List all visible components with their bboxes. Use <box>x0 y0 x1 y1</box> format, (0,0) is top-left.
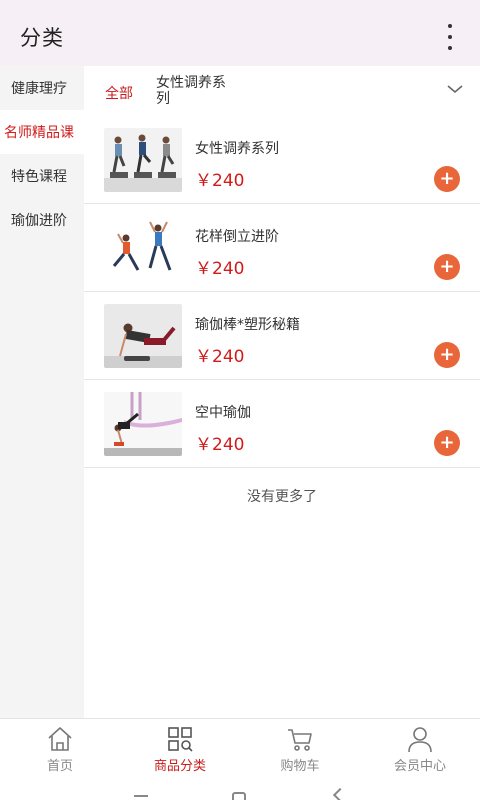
product-content: 全部 女性调养系列 女性调养系列 ￥240 + 花样倒立进阶 ￥240 + 瑜伽… <box>84 66 480 718</box>
product-name: 瑜伽棒*塑形秘籍 <box>195 317 300 333</box>
product-item[interactable]: 空中瑜伽 ￥240 + <box>84 380 480 468</box>
page-title: 分类 <box>20 26 64 50</box>
add-to-cart-button[interactable]: + <box>434 166 460 192</box>
tab-label: 会员中心 <box>393 759 446 774</box>
sidebar-item-yoga-advanced[interactable]: 瑜伽进阶 <box>0 198 84 242</box>
tab-member-center[interactable]: 会员中心 <box>360 719 480 778</box>
plus-icon: + <box>439 256 455 277</box>
tab-label: 商品分类 <box>153 759 206 774</box>
sidebar-item-health-therapy[interactable]: 健康理疗 <box>0 66 84 110</box>
sidebar-item-label: 名师精品课 <box>4 125 74 141</box>
app-header: 分类 <box>0 0 480 66</box>
sidebar-item-label: 健康理疗 <box>11 81 67 97</box>
sidebar-item-label: 特色课程 <box>11 169 67 185</box>
system-nav-bar <box>0 778 480 800</box>
filter-current-subcategory[interactable]: 女性调养系列 <box>156 75 236 107</box>
tab-cart[interactable]: 购物车 <box>240 719 360 778</box>
list-end-text: 没有更多了 <box>247 489 317 505</box>
add-to-cart-button[interactable]: + <box>434 342 460 368</box>
product-item[interactable]: 女性调养系列 ￥240 + <box>84 116 480 204</box>
plus-icon: + <box>439 344 455 365</box>
home-button-icon[interactable] <box>232 792 246 800</box>
plus-icon: + <box>439 168 455 189</box>
home-icon <box>48 727 72 751</box>
menu-icon[interactable] <box>134 795 148 797</box>
product-item[interactable]: 花样倒立进阶 ￥240 + <box>84 204 480 292</box>
bottom-tab-bar: 首页 商品分类 购物车 会员中心 <box>0 718 480 778</box>
product-thumbnail <box>104 128 182 192</box>
product-thumbnail <box>104 392 182 456</box>
cart-icon <box>288 729 312 751</box>
product-thumbnail <box>104 216 182 280</box>
product-thumbnail <box>104 304 182 368</box>
sidebar-item-featured-courses[interactable]: 特色课程 <box>0 154 84 198</box>
add-to-cart-button[interactable]: + <box>434 430 460 456</box>
tab-home[interactable]: 首页 <box>0 719 120 778</box>
tab-categories[interactable]: 商品分类 <box>120 719 240 778</box>
chevron-down-icon[interactable] <box>446 82 464 96</box>
tab-label: 首页 <box>46 759 73 774</box>
user-icon <box>408 727 432 753</box>
category-icon <box>168 727 193 752</box>
product-name: 花样倒立进阶 <box>195 229 279 245</box>
plus-icon: + <box>439 432 455 453</box>
product-item[interactable]: 瑜伽棒*塑形秘籍 ￥240 + <box>84 292 480 380</box>
product-price: ￥240 <box>195 435 245 455</box>
sidebar-item-master-courses[interactable]: 名师精品课 <box>0 110 84 154</box>
product-price: ￥240 <box>195 347 245 367</box>
filter-bar: 全部 女性调养系列 <box>84 66 480 116</box>
product-price: ￥240 <box>195 171 245 191</box>
back-icon[interactable] <box>332 787 348 800</box>
product-name: 女性调养系列 <box>195 141 279 157</box>
product-name: 空中瑜伽 <box>195 405 251 421</box>
add-to-cart-button[interactable]: + <box>434 254 460 280</box>
product-price: ￥240 <box>195 259 245 279</box>
filter-all-tab[interactable]: 全部 <box>105 83 133 103</box>
more-options-icon[interactable] <box>442 24 458 50</box>
sidebar-item-label: 瑜伽进阶 <box>11 213 67 229</box>
tab-label: 购物车 <box>280 759 320 774</box>
category-sidebar: 健康理疗 名师精品课 特色课程 瑜伽进阶 <box>0 66 84 718</box>
